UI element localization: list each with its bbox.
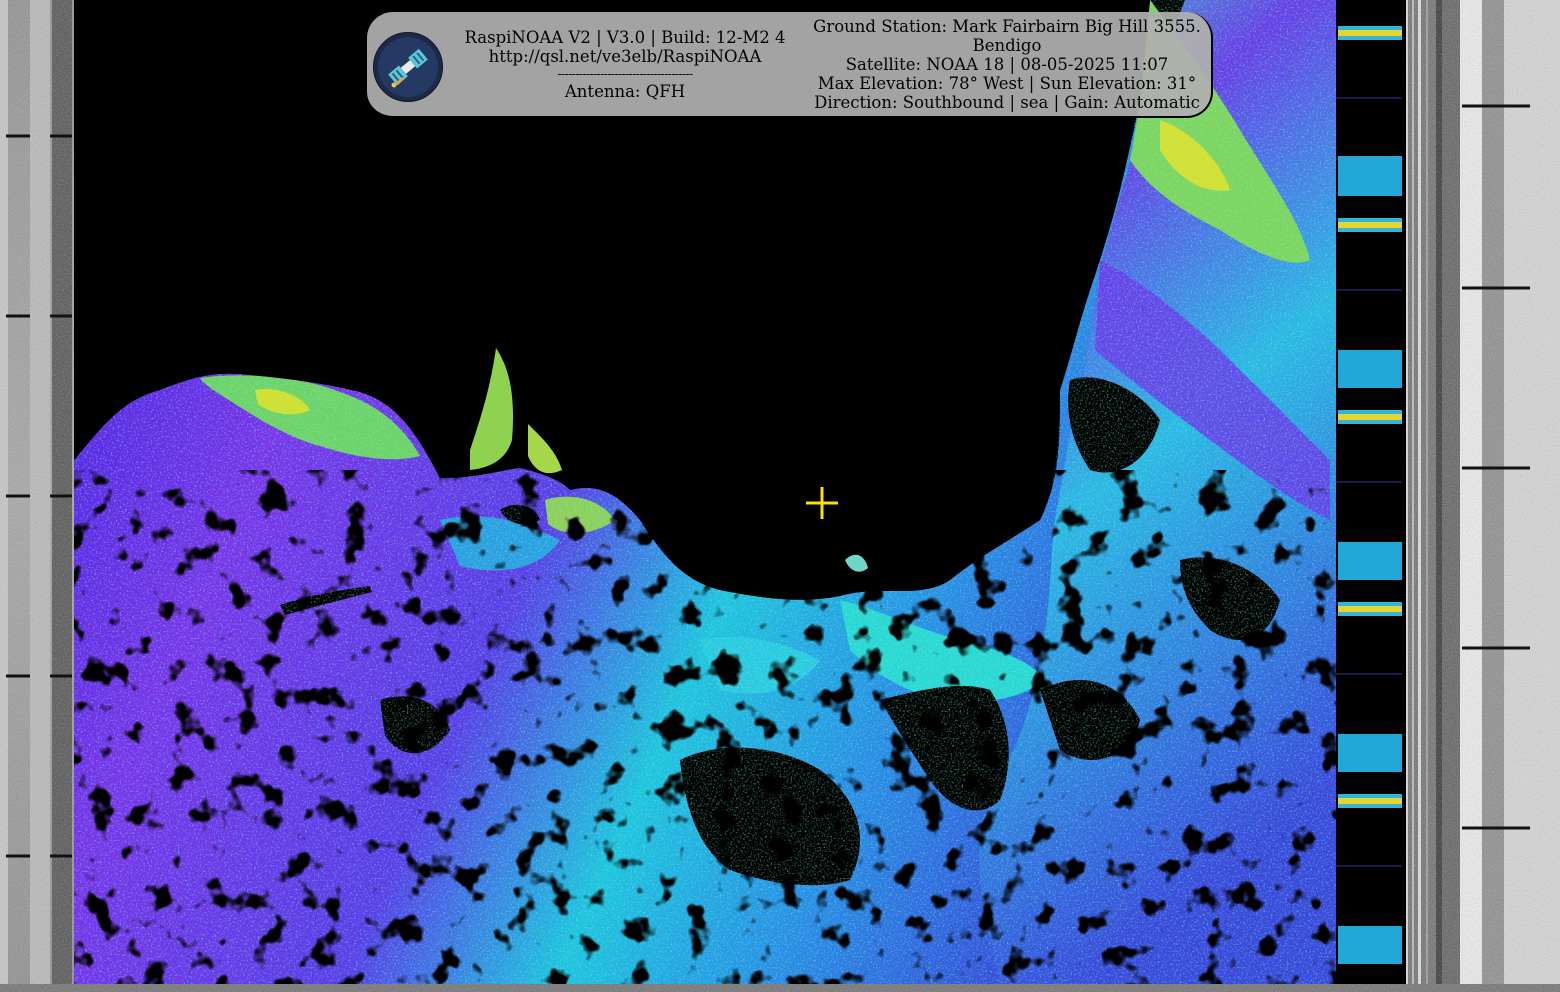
divider: -------------------------------------- bbox=[557, 67, 693, 81]
ground-station-location: Bendigo bbox=[972, 36, 1042, 55]
satellite-info: Satellite: NOAA 18 | 08-05-2025 11:07 bbox=[845, 55, 1169, 74]
info-overlay: RaspiNOAA V2 | V3.0 | Build: 12-M2 4 htt… bbox=[367, 12, 1213, 118]
software-title: RaspiNOAA V2 | V3.0 | Build: 12-M2 4 bbox=[464, 28, 786, 47]
software-info: RaspiNOAA V2 | V3.0 | Build: 12-M2 4 htt… bbox=[457, 28, 793, 101]
ground-station: Ground Station: Mark Fairbairn Big Hill … bbox=[813, 17, 1201, 36]
satellite-image bbox=[0, 0, 1560, 992]
satellite-logo-icon bbox=[373, 32, 443, 102]
software-url: http://qsl.net/ve3elb/RaspiNOAA bbox=[488, 47, 762, 66]
direction-info: Direction: Southbound | sea | Gain: Auto… bbox=[814, 93, 1200, 112]
pass-info: Ground Station: Mark Fairbairn Big Hill … bbox=[813, 17, 1201, 112]
antenna-info: Antenna: QFH bbox=[564, 82, 686, 101]
crosshair-icon bbox=[806, 487, 838, 519]
elevation-info: Max Elevation: 78° West | Sun Elevation:… bbox=[817, 74, 1197, 93]
